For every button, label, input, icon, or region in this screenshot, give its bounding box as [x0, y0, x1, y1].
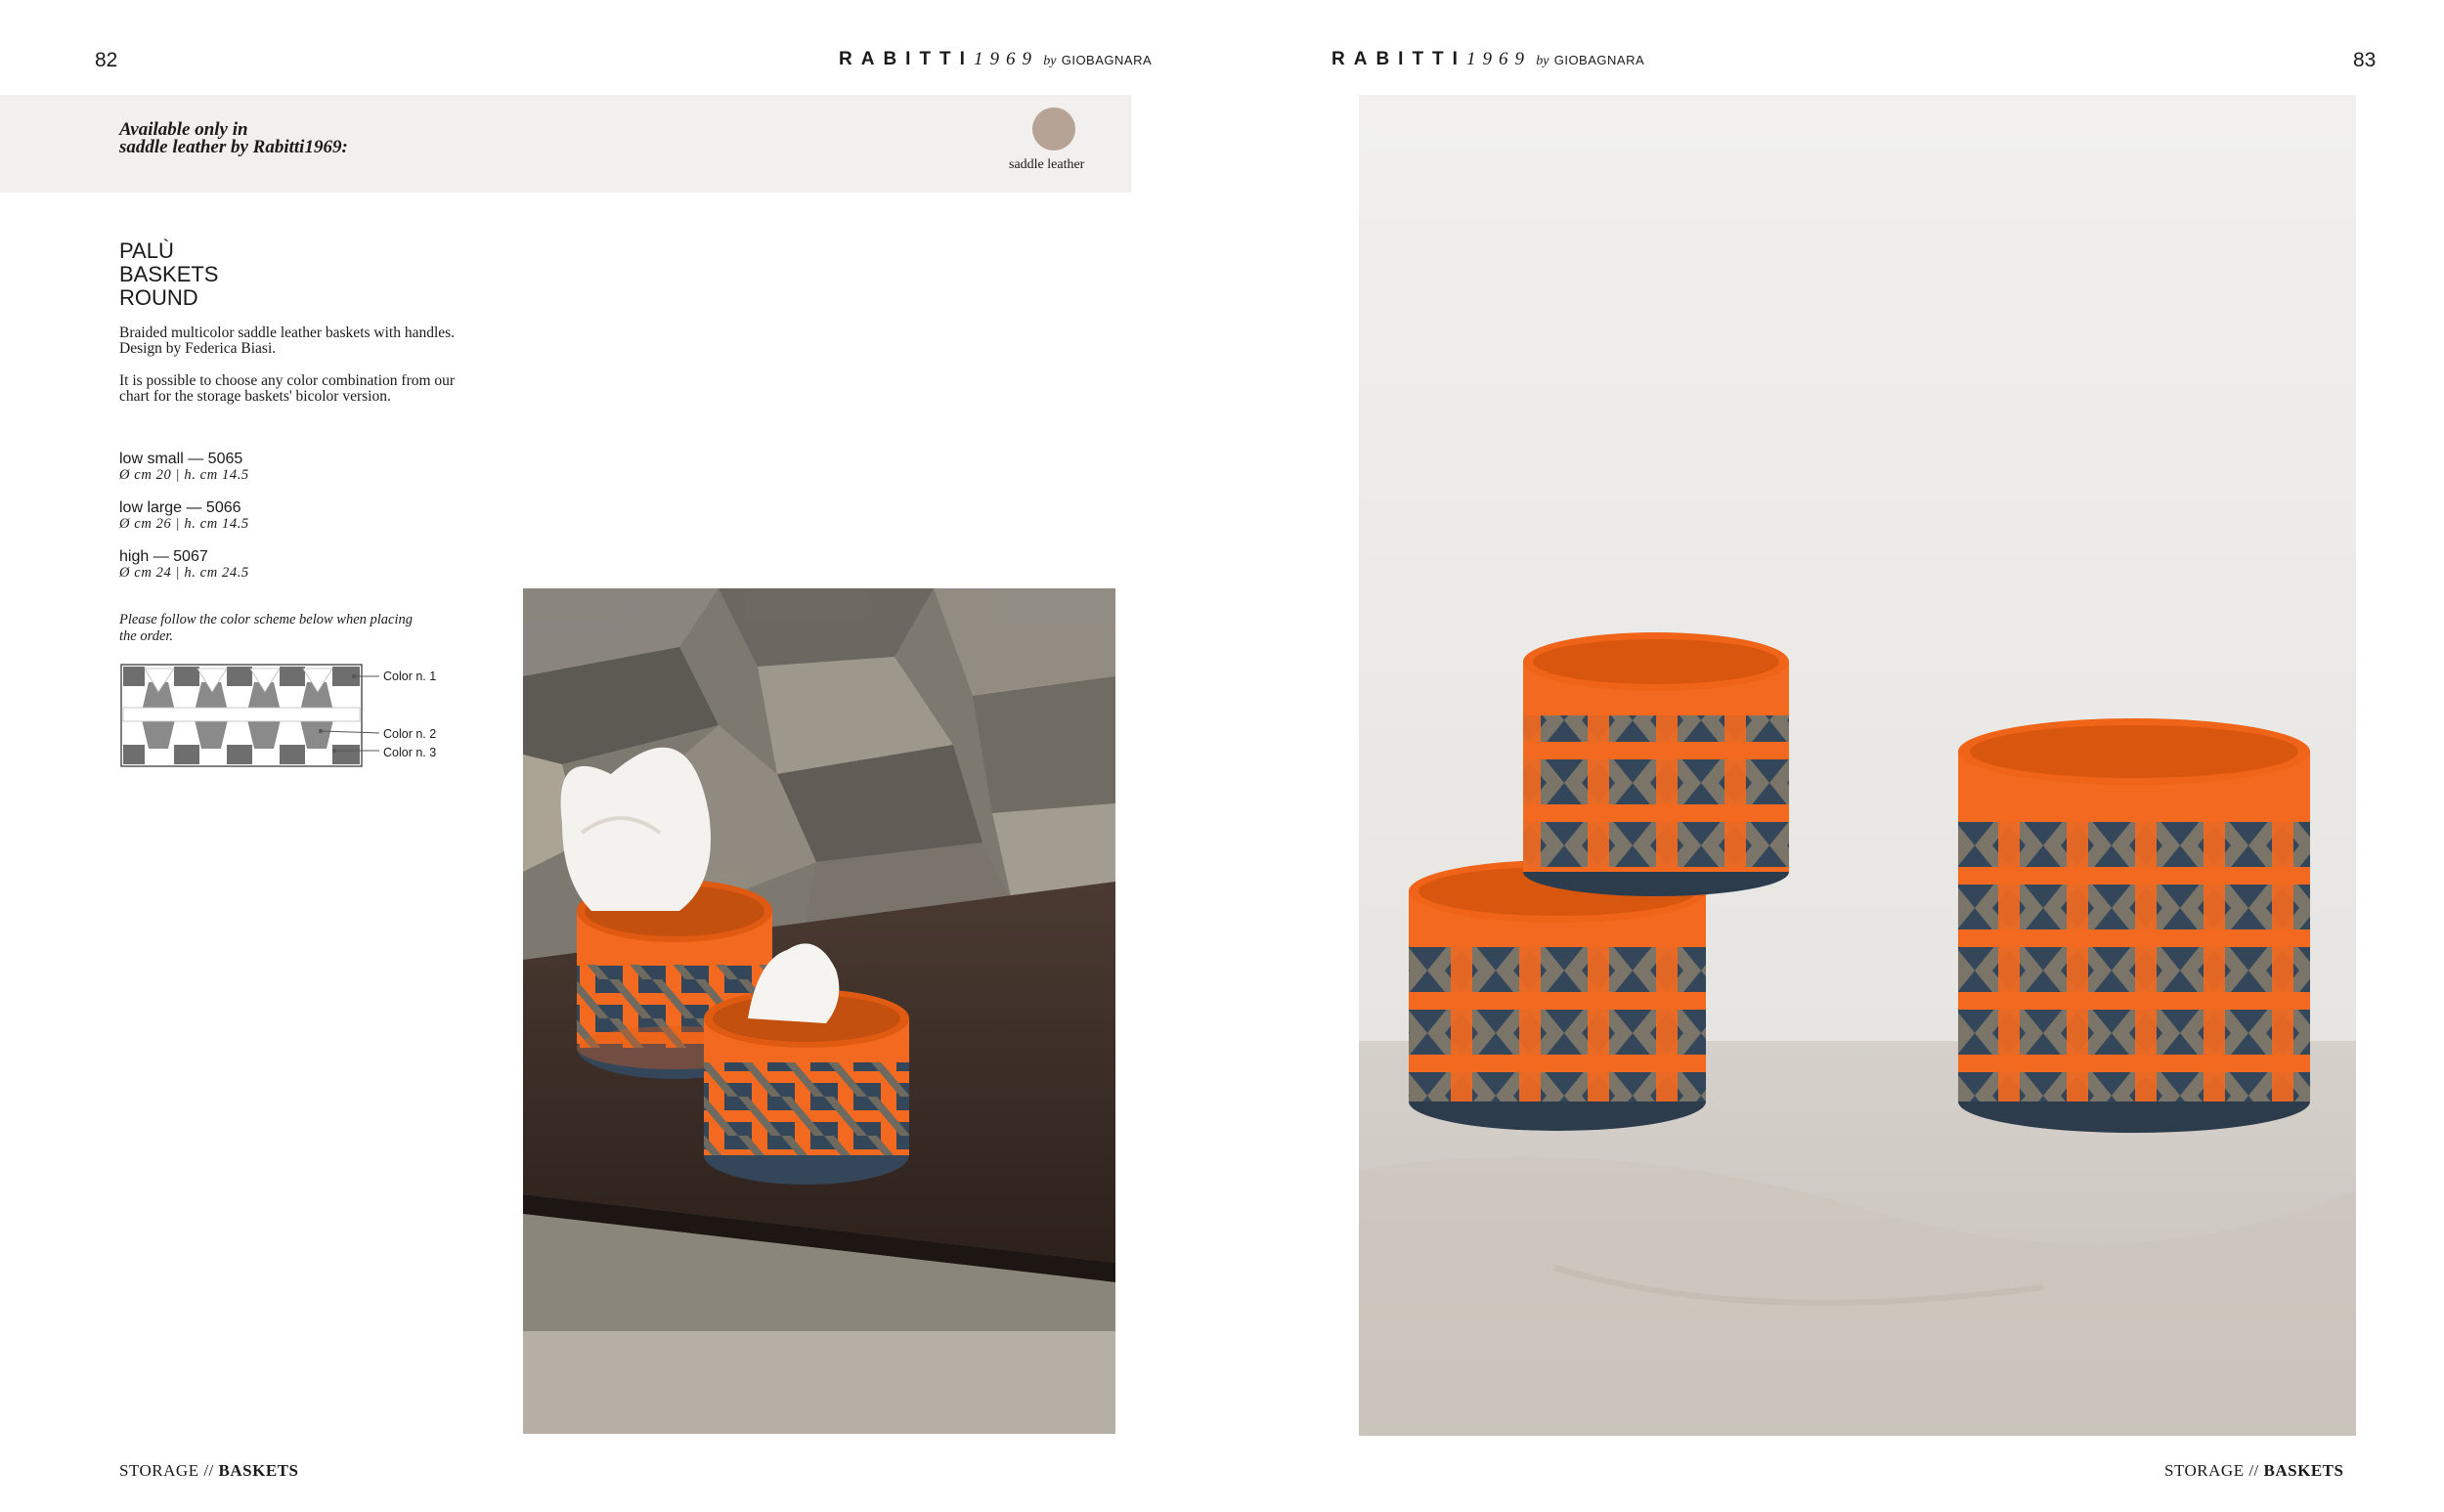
brand-maker: GIOBAGNARA — [1061, 53, 1153, 67]
variant-dimensions: Ø cm 20 | h. cm 14.5 — [119, 467, 249, 483]
title-line: ROUND — [119, 285, 198, 310]
right-photo-basket-low-small — [1523, 632, 1789, 896]
product-title: PALÙ BASKETS ROUND — [119, 239, 218, 310]
scheme-label-color-1: Color n. 1 — [383, 670, 437, 683]
photo-baskets-on-shelf — [523, 588, 1115, 1434]
title-line: PALÙ — [119, 238, 174, 263]
footer-section: STORAGE // — [2164, 1461, 2259, 1480]
page-number-left: 82 — [95, 49, 118, 71]
brand-name: RABITTI — [1331, 49, 1466, 69]
brand-name: RABITTI — [839, 49, 974, 69]
variant-low-large: low large — 5066 Ø cm 26 | h. cm 14.5 — [119, 499, 249, 533]
footer-right: STORAGE // BASKETS — [2164, 1461, 2343, 1481]
variant-dimensions: Ø cm 26 | h. cm 14.5 — [119, 516, 249, 532]
description-paragraph: Braided multicolor saddle leather basket… — [119, 324, 456, 357]
saddle-leather-swatch — [1032, 108, 1075, 151]
brand-year: 1969 — [1465, 49, 1531, 69]
footer-category: BASKETS — [218, 1461, 299, 1480]
availability-text: Available only in saddle leather by Rabi… — [119, 119, 348, 157]
scheme-label-color-2: Color n. 2 — [383, 727, 437, 741]
page-number-right: 83 — [2353, 49, 2377, 71]
variant-name: high — 5067 — [119, 548, 208, 565]
brand-by: by — [1043, 54, 1057, 68]
right-photo-basket-low-large — [1409, 860, 1706, 1131]
scheme-label-color-3: Color n. 3 — [383, 746, 437, 759]
variant-name: low small — 5065 — [119, 451, 243, 467]
brand-by: by — [1536, 54, 1549, 68]
brand-logo-right: RABITTI1969 by GIOBAGNARA — [1331, 49, 1644, 70]
variant-low-small: low small — 5065 Ø cm 20 | h. cm 14.5 — [119, 451, 249, 484]
footer-section: STORAGE // — [119, 1461, 214, 1480]
brand-maker: GIOBAGNARA — [1553, 53, 1645, 67]
brand-year: 1969 — [973, 49, 1038, 69]
brand-logo-left: RABITTI1969 by GIOBAGNARA — [839, 49, 1152, 70]
product-description: Braided multicolor saddle leather basket… — [119, 325, 471, 421]
variant-name: low large — 5066 — [119, 499, 241, 516]
description-paragraph: It is possible to choose any color combi… — [119, 372, 456, 405]
footer-left: STORAGE // BASKETS — [119, 1461, 298, 1481]
order-note: Please follow the color scheme below whe… — [119, 612, 414, 644]
footer-category: BASKETS — [2263, 1461, 2344, 1480]
photo-baskets-studio — [1359, 95, 2356, 1436]
swatch-label: saddle leather — [1009, 157, 1085, 172]
title-line: BASKETS — [119, 262, 219, 286]
variant-high: high — 5067 Ø cm 24 | h. cm 24.5 — [119, 548, 249, 582]
variant-dimensions: Ø cm 24 | h. cm 24.5 — [119, 565, 249, 581]
right-photo-basket-high — [1958, 718, 2310, 1133]
